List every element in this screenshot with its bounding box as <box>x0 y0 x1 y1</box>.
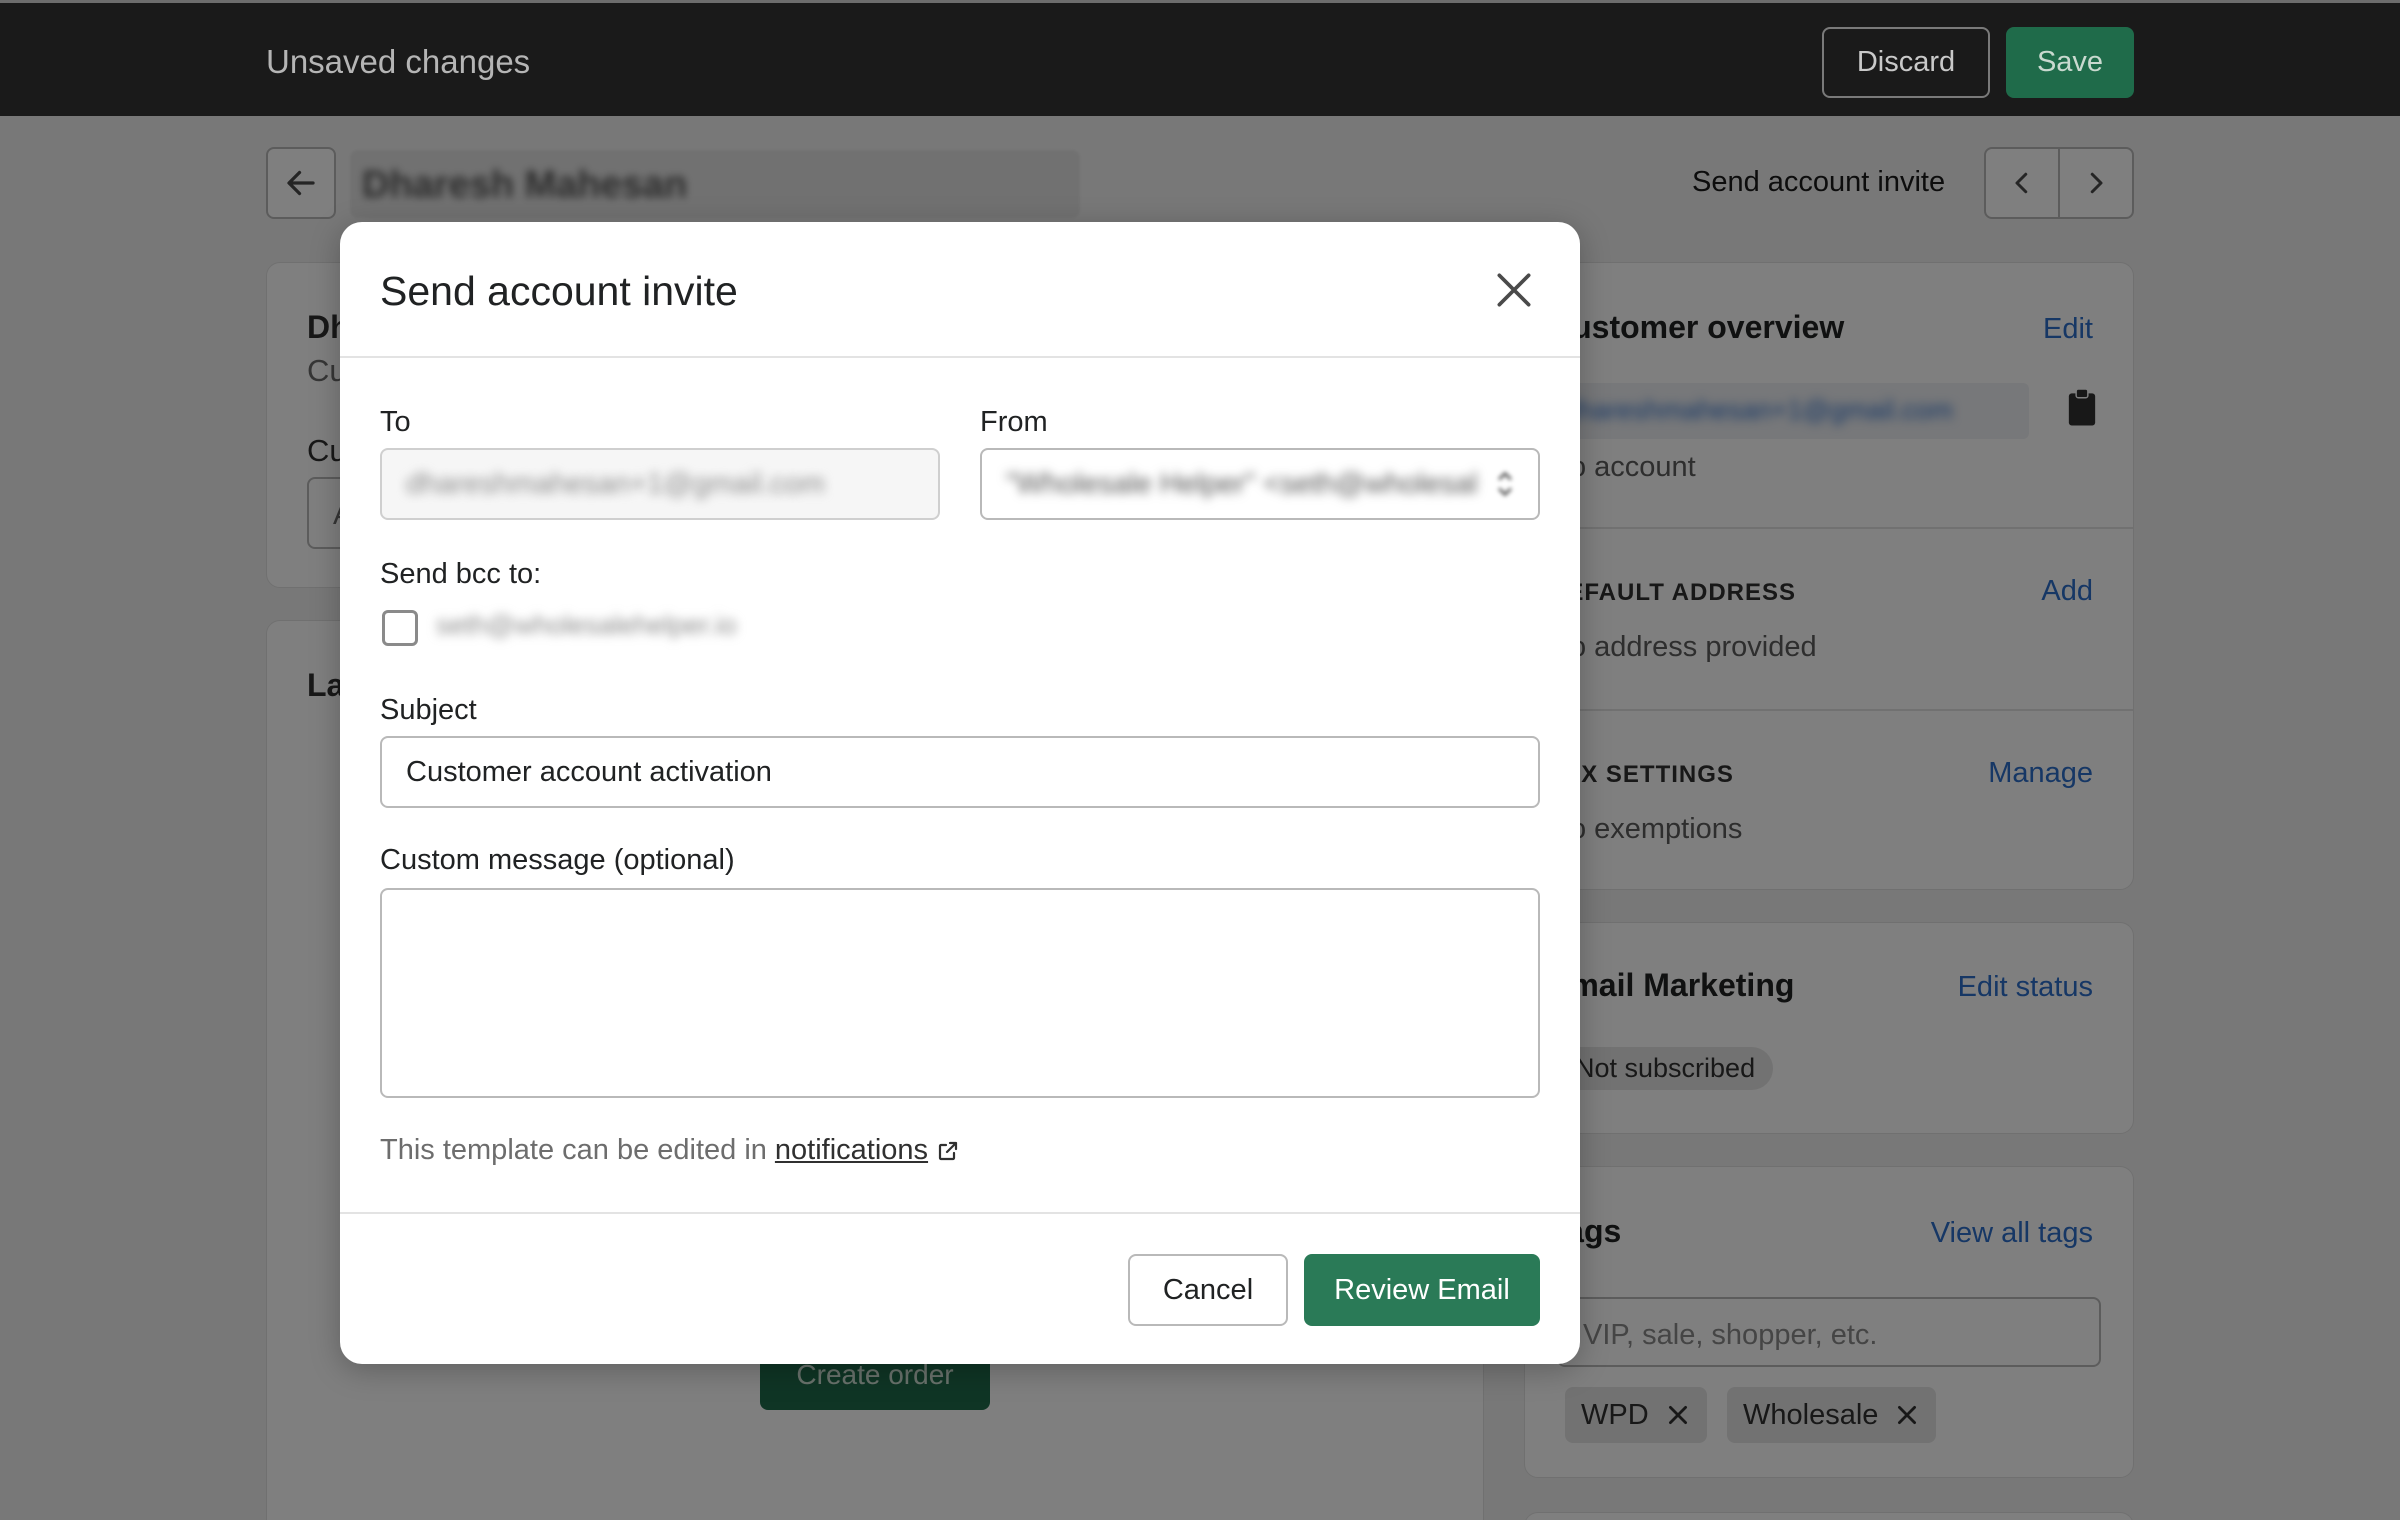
discard-button[interactable]: Discard <box>1822 27 1990 98</box>
custom-message-textarea[interactable] <box>380 888 1540 1098</box>
subject-input[interactable] <box>380 736 1540 808</box>
modal-header: Send account invite <box>340 222 1580 358</box>
to-label: To <box>380 406 411 438</box>
send-account-invite-modal: Send account invite To dhareshmahesan+1@… <box>340 222 1580 1364</box>
bcc-checkbox[interactable] <box>382 610 418 646</box>
modal-footer: Cancel Review Email <box>340 1212 1580 1364</box>
bcc-label: Send bcc to: <box>380 558 542 590</box>
notifications-link[interactable]: notifications <box>775 1134 928 1167</box>
template-note: This template can be edited in notificat… <box>380 1134 960 1167</box>
select-arrows-icon <box>1498 471 1512 497</box>
from-select-value: "Wholesale Helper" <seth@wholesalehelper… <box>1006 467 1476 500</box>
external-link-icon[interactable] <box>936 1139 960 1163</box>
bcc-email[interactable]: seth@wholesalehelper.io <box>436 610 737 641</box>
cancel-button[interactable]: Cancel <box>1128 1254 1288 1326</box>
review-email-button[interactable]: Review Email <box>1304 1254 1540 1326</box>
modal-title: Send account invite <box>380 268 738 314</box>
save-button[interactable]: Save <box>2006 27 2134 98</box>
from-label: From <box>980 406 1048 438</box>
from-select[interactable]: "Wholesale Helper" <seth@wholesalehelper… <box>980 448 1540 520</box>
close-modal-button[interactable] <box>1492 268 1536 312</box>
contextual-save-bar: Unsaved changes Discard Save <box>0 0 2400 116</box>
subject-label: Subject <box>380 694 477 726</box>
close-icon <box>1497 273 1531 307</box>
unsaved-changes-title: Unsaved changes <box>266 43 531 80</box>
template-note-text: This template can be edited in <box>380 1134 767 1166</box>
to-field-value: dhareshmahesan+1@gmail.com <box>406 467 825 500</box>
to-field[interactable]: dhareshmahesan+1@gmail.com <box>380 448 940 520</box>
custom-message-label: Custom message (optional) <box>380 844 735 876</box>
